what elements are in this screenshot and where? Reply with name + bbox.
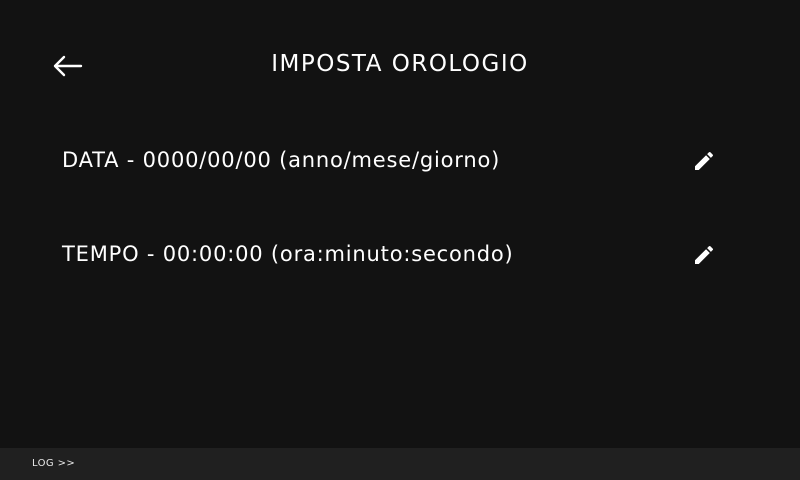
date-setting-label: DATA - 0000/00/00 (anno/mese/giorno) (62, 148, 501, 172)
pencil-icon (695, 151, 714, 170)
footer-bar: LOG >> (0, 448, 800, 480)
edit-time-button[interactable] (688, 239, 720, 271)
time-setting-row: TEMPO - 00:00:00 (ora:minuto:secondo) (0, 229, 800, 279)
arrow-left-icon (53, 55, 83, 77)
back-button[interactable] (46, 46, 88, 86)
page-title: IMPOSTA OROLOGIO (271, 51, 529, 77)
log-link[interactable]: LOG >> (32, 458, 75, 470)
time-setting-label: TEMPO - 00:00:00 (ora:minuto:secondo) (62, 242, 514, 266)
date-setting-row: DATA - 0000/00/00 (anno/mese/giorno) (0, 135, 800, 185)
edit-date-button[interactable] (688, 145, 720, 177)
pencil-icon (695, 245, 714, 264)
header: IMPOSTA OROLOGIO (0, 0, 800, 130)
